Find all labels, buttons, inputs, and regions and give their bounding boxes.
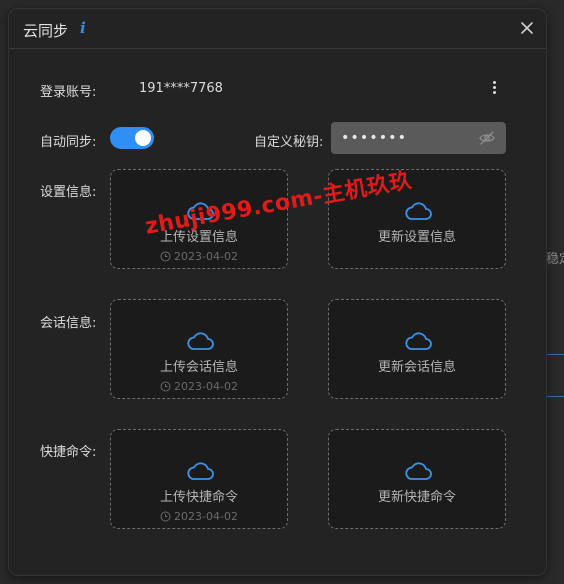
- clock-icon: [160, 511, 171, 522]
- upload-commands-button[interactable]: 上传快捷命令 2023-04-02: [110, 429, 288, 529]
- secret-label: 自定义秘钥:: [254, 135, 324, 150]
- info-icon[interactable]: i: [80, 19, 86, 37]
- more-vertical-icon[interactable]: [486, 79, 502, 99]
- background-divider: [546, 396, 564, 397]
- section-label-sessions: 会话信息:: [40, 316, 97, 331]
- background-divider: [546, 354, 564, 355]
- clock-icon: [160, 381, 171, 392]
- update-sessions-button[interactable]: 更新会话信息: [328, 299, 506, 399]
- background-partial-text: 稳定: [546, 252, 564, 267]
- section-label-commands: 快捷命令:: [40, 445, 97, 460]
- card-label: 更新快捷命令: [377, 490, 456, 505]
- cloud-icon: [405, 202, 432, 220]
- dialog-header: 云同步 i: [9, 9, 546, 49]
- card-label: 上传设置信息: [159, 230, 238, 245]
- upload-sessions-button[interactable]: 上传会话信息 2023-04-02: [110, 299, 288, 399]
- close-icon[interactable]: [518, 19, 536, 37]
- toggle-knob: [135, 130, 151, 146]
- card-label: 更新会话信息: [377, 360, 456, 375]
- auto-sync-label: 自动同步:: [40, 135, 97, 150]
- cloud-icon: [187, 332, 214, 350]
- update-settings-button[interactable]: 更新设置信息: [328, 169, 506, 269]
- cloud-icon: [187, 462, 214, 480]
- cloud-sync-dialog: 云同步 i 登录账号: 191****7768 自动同步: 自定义秘钥: •••…: [8, 8, 547, 576]
- secret-input[interactable]: [341, 128, 471, 148]
- eye-off-icon[interactable]: [478, 129, 496, 147]
- last-upload-date: 2023-04-02: [174, 380, 238, 393]
- last-upload-date: 2023-04-02: [174, 510, 238, 523]
- account-value: 191****7768: [139, 81, 223, 96]
- cloud-icon: [405, 332, 432, 350]
- section-label-settings: 设置信息:: [40, 185, 97, 200]
- upload-settings-button[interactable]: 上传设置信息 2023-04-02: [110, 169, 288, 269]
- app-background: 稳定 云同步 i 登录账号: 191****7768 自动同步: 自定义秘钥:: [0, 0, 564, 584]
- update-commands-button[interactable]: 更新快捷命令: [328, 429, 506, 529]
- card-date: 2023-04-02: [111, 510, 287, 523]
- cloud-icon: [187, 202, 214, 220]
- auto-sync-toggle[interactable]: [110, 127, 154, 149]
- card-date: 2023-04-02: [111, 380, 287, 393]
- dialog-title: 云同步: [23, 22, 69, 40]
- card-label: 更新设置信息: [377, 230, 456, 245]
- card-label: 上传会话信息: [159, 360, 238, 375]
- account-label: 登录账号:: [40, 85, 97, 100]
- card-date: 2023-04-02: [111, 250, 287, 263]
- cloud-icon: [405, 462, 432, 480]
- secret-field: [331, 122, 506, 154]
- last-upload-date: 2023-04-02: [174, 250, 238, 263]
- card-label: 上传快捷命令: [159, 490, 238, 505]
- clock-icon: [160, 251, 171, 262]
